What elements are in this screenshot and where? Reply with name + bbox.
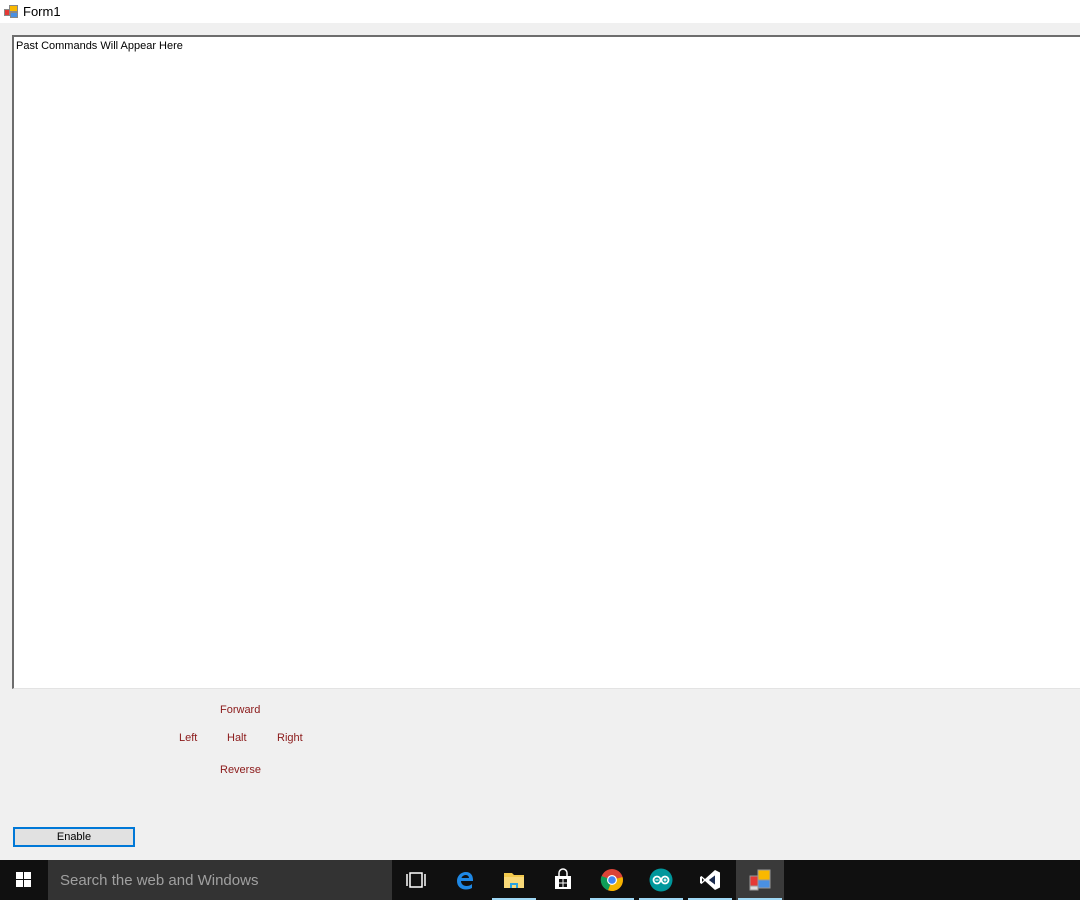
command-history-box[interactable]: Past Commands Will Appear Here [12,35,1080,689]
taskbar-visual-studio[interactable] [686,860,734,900]
title-bar[interactable]: Form1 [0,0,1080,23]
window-title: Form1 [23,4,61,19]
taskbar: Search the web and Windows [0,860,1080,900]
taskbar-search-box[interactable]: Search the web and Windows [48,860,392,900]
left-button[interactable]: Left [179,732,197,744]
taskbar-arduino[interactable] [637,860,685,900]
visual-studio-icon [700,870,720,890]
command-history-text: Past Commands Will Appear Here [16,40,183,52]
taskbar-store[interactable] [539,860,587,900]
forward-button[interactable]: Forward [220,704,260,716]
task-view-button[interactable] [392,860,440,900]
taskbar-chrome[interactable] [588,860,636,900]
taskbar-file-explorer[interactable] [490,860,538,900]
chrome-icon [600,869,623,892]
right-button[interactable]: Right [277,732,303,744]
arduino-icon [649,868,673,892]
start-button[interactable] [0,860,48,900]
reverse-button[interactable]: Reverse [220,764,261,776]
halt-button[interactable]: Halt [227,732,247,744]
edge-icon [457,872,473,890]
task-view-icon [406,872,426,888]
file-explorer-icon [504,873,524,888]
enable-button[interactable]: Enable [13,827,135,847]
form1-app-icon [749,869,771,891]
app-icon[interactable] [4,5,18,18]
search-placeholder: Search the web and Windows [60,872,259,889]
store-icon [555,868,571,889]
taskbar-edge[interactable] [441,860,489,900]
taskbar-form1-app[interactable] [736,860,784,900]
windows-logo-icon [16,872,32,888]
